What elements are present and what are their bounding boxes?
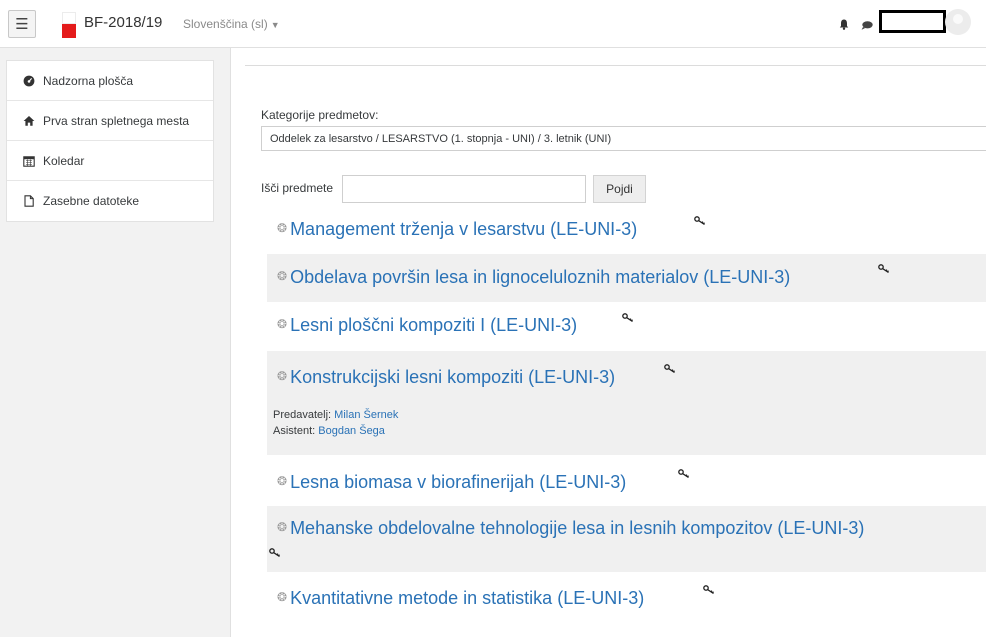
course-item: ❂ Konstrukcijski lesni kompoziti (LE-UNI-… — [267, 351, 986, 455]
site-logo[interactable] — [62, 12, 76, 38]
course-assistant: Asistent: Bogdan Šega — [273, 425, 385, 437]
course-title: Obdelava površin lesa in lignoceluloznih… — [290, 267, 791, 287]
assistant-name-link[interactable]: Bogdan Šega — [318, 425, 385, 437]
category-label: Kategorije predmetov: — [261, 108, 379, 122]
caret-down-icon: ▼ — [270, 20, 280, 30]
puzzle-icon: ❂ — [277, 221, 288, 235]
course-link[interactable]: ❂ Mehanske obdelovalne tehnologije lesa i… — [277, 518, 864, 539]
key-icon — [622, 313, 633, 323]
key-icon — [703, 585, 714, 595]
file-icon — [24, 195, 34, 207]
assistant-role: Asistent: — [273, 425, 316, 437]
puzzle-icon: ❂ — [277, 590, 288, 604]
search-label: Išči predmete — [261, 181, 334, 195]
hamburger-icon[interactable]: ☰ — [8, 10, 36, 38]
course-title: Management trženja v lesarstvu (LE-UNI-3… — [290, 219, 638, 239]
course-item: ❂ Management trženja v lesarstvu (LE-UNI-… — [267, 206, 986, 254]
course-link[interactable]: ❂ Lesni ploščni kompoziti I (LE-UNI-3) — [277, 315, 577, 336]
course-link[interactable]: ❂ Lesna biomasa v biorafinerijah (LE-UNI-… — [277, 472, 626, 493]
sidebar-item-label: Koledar — [43, 153, 85, 168]
teacher-role: Predavatelj: — [273, 409, 332, 421]
calendar-icon — [23, 155, 35, 167]
user-name-redacted[interactable] — [879, 10, 946, 33]
language-menu[interactable]: Slovenščina (sl) ▼ — [183, 17, 280, 31]
dashboard-icon — [23, 75, 35, 86]
course-link[interactable]: ❂ Kvantitativne metode in statistika (LE-… — [277, 588, 644, 609]
puzzle-icon: ❂ — [277, 269, 288, 283]
sidebar-item-label: Zasebne datoteke — [43, 194, 140, 208]
course-item: ❂ Lesni ploščni kompoziti I (LE-UNI-3) — [267, 302, 986, 351]
key-icon — [878, 264, 889, 274]
puzzle-icon: ❂ — [277, 520, 288, 534]
course-title: Lesni ploščni kompoziti I (LE-UNI-3) — [290, 315, 578, 335]
course-link[interactable]: ❂ Management trženja v lesarstvu (LE-UNI-… — [277, 219, 637, 240]
logo-top — [62, 12, 76, 24]
top-navbar: ☰ BF-2018/19 Slovenščina (sl) ▼ — [0, 0, 986, 48]
site-name[interactable]: BF-2018/19 — [84, 14, 162, 31]
avatar-head — [953, 14, 963, 24]
course-item: ❂ Obdelava površin lesa in lignocelulozni… — [267, 254, 986, 302]
language-label: Slovenščina (sl) — [183, 17, 268, 31]
sidebar-item-private-files[interactable]: Zasebne datoteke — [7, 181, 213, 221]
sidebar-item-dashboard[interactable]: Nadzorna plošča — [7, 61, 213, 101]
course-item: ❂ Mehanske obdelovalne tehnologije lesa i… — [267, 506, 986, 572]
key-icon — [269, 548, 280, 558]
search-input[interactable] — [342, 175, 586, 203]
logo-bottom — [62, 24, 76, 38]
puzzle-icon: ❂ — [277, 317, 288, 331]
course-item: ❂ Kvantitativne metode in statistika (LE-… — [267, 574, 986, 622]
teacher-name-link[interactable]: Milan Šernek — [334, 409, 398, 421]
course-title: Kvantitativne metode in statistika (LE-U… — [290, 588, 645, 608]
sidebar-item-home[interactable]: Prva stran spletnega mesta — [7, 101, 213, 141]
course-title: Mehanske obdelovalne tehnologije lesa in… — [290, 518, 865, 538]
divider — [245, 65, 986, 66]
sidebar-nav: Nadzorna plošča Prva stran spletnega mes… — [6, 60, 214, 222]
key-icon — [678, 469, 689, 479]
course-teacher: Predavatelj: Milan Šernek — [273, 409, 398, 421]
course-title: Lesna biomasa v biorafinerijah (LE-UNI-3… — [290, 472, 627, 492]
key-icon — [664, 364, 675, 374]
bell-icon[interactable] — [839, 19, 849, 30]
key-icon — [694, 216, 705, 226]
main-content: Kategorije predmetov: Oddelek za lesarst… — [230, 48, 986, 637]
course-item: ❂ Lesna biomasa v biorafinerijah (LE-UNI-… — [267, 458, 986, 506]
search-button[interactable]: Pojdi — [593, 175, 646, 203]
sidebar-item-label: Nadzorna plošča — [43, 73, 134, 88]
course-link[interactable]: ❂ Konstrukcijski lesni kompoziti (LE-UNI-… — [277, 367, 615, 388]
sidebar-item-label: Prva stran spletnega mesta — [43, 113, 190, 128]
puzzle-icon: ❂ — [277, 369, 288, 383]
home-icon — [23, 115, 35, 126]
course-title: Konstrukcijski lesni kompoziti (LE-UNI-3… — [290, 367, 616, 387]
category-select[interactable]: Oddelek za lesarstvo / LESARSTVO (1. sto… — [261, 126, 986, 151]
course-link[interactable]: ❂ Obdelava površin lesa in lignocelulozni… — [277, 267, 790, 288]
chat-icon[interactable] — [861, 21, 873, 30]
puzzle-icon: ❂ — [277, 474, 288, 488]
sidebar-item-calendar[interactable]: Koledar — [7, 141, 213, 181]
